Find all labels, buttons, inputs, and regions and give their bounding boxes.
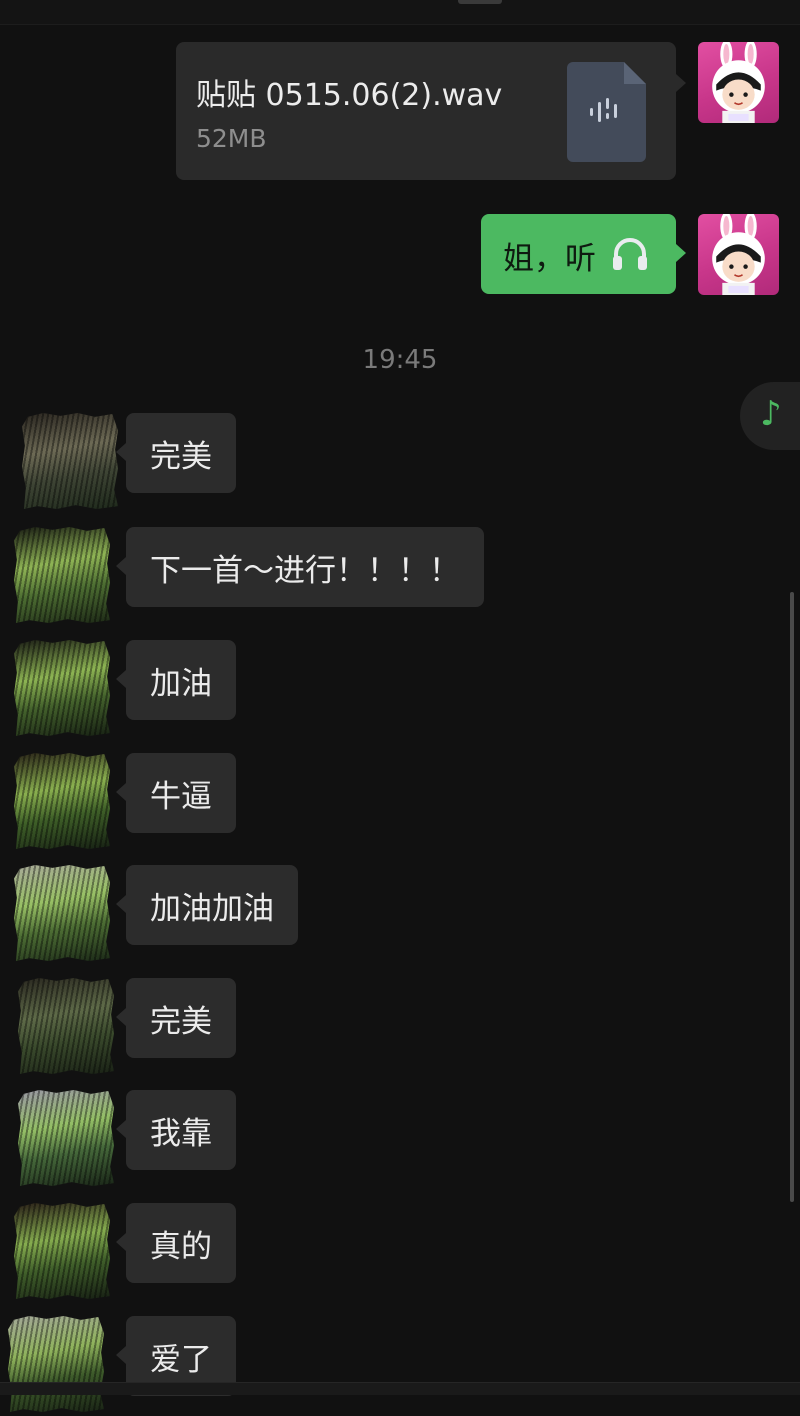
timestamp: 19:45 [362,345,438,375]
top-bar-handle [458,0,502,4]
message-row: 加油加油 [0,865,800,965]
message-row: 完美 [0,978,800,1078]
message-row: 我靠 [0,1090,800,1190]
message-row: 下一首～进行！！！！ [0,527,800,627]
message-row: 爱了 [0,1316,800,1416]
incoming-bubble[interactable]: 完美 [116,413,236,493]
incoming-bubble[interactable]: 我靠 [116,1090,236,1170]
avatar-other[interactable] [14,1203,110,1299]
message-row: 完美 [0,413,800,513]
avatar-other[interactable] [14,865,110,961]
incoming-bubble[interactable]: 完美 [116,978,236,1058]
avatar-other[interactable] [18,1090,114,1186]
self-text-bubble[interactable]: 姐，听 [481,214,686,294]
incoming-bubble[interactable]: 下一首～进行！！！！ [116,527,484,607]
self-message-text: 姐，听 [503,241,596,277]
avatar-self[interactable] [698,214,779,295]
message-row: 加油 [0,640,800,740]
file-message-bubble[interactable]: 贴贴 0515.06(2).wav 52MB [176,42,686,180]
scrollbar[interactable] [790,592,794,1202]
avatar-other[interactable] [22,413,118,509]
file-icon-corner [624,62,646,84]
incoming-bubble[interactable]: 真的 [116,1203,236,1283]
incoming-bubble[interactable]: 加油 [116,640,236,720]
avatar-self[interactable] [698,42,779,123]
top-bar [0,0,800,25]
avatar-other[interactable] [14,640,110,736]
bottom-bar [0,1382,800,1395]
incoming-bubble[interactable]: 牛逼 [116,753,236,833]
message-row: 真的 [0,1203,800,1303]
avatar-other[interactable] [18,978,114,1074]
message-row: 牛逼 [0,753,800,853]
avatar-other[interactable] [8,1316,104,1412]
headphones-icon [613,238,647,270]
file-name: 贴贴 0515.06(2).wav [196,78,503,113]
avatar-other[interactable] [14,527,110,623]
incoming-bubble[interactable]: 加油加油 [116,865,298,945]
avatar-other[interactable] [14,753,110,849]
file-size: 52MB [196,124,267,153]
